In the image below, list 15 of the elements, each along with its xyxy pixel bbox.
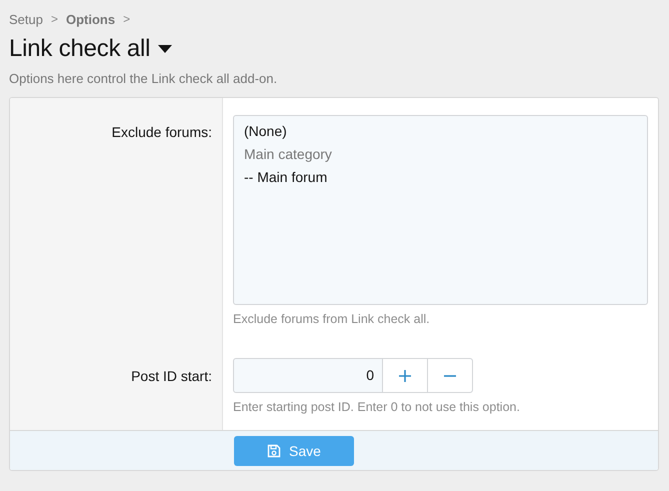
field-hint: Exclude forums from Link check all. — [233, 312, 431, 326]
field-label: Post ID start: — [131, 368, 212, 384]
breadcrumb-separator: > — [123, 12, 130, 26]
forum-list-field[interactable]: (None) Main category -- Main forum — [233, 115, 648, 305]
option-group-label: Main category — [244, 145, 333, 164]
page-description: Options here control the Link check all add-on. — [9, 71, 278, 88]
field-label: Exclude forums: — [112, 124, 212, 140]
page-title: Link check all — [9, 35, 150, 63]
field-hint: Enter starting post ID. Enter 0 to not use this option. — [233, 400, 521, 414]
breadcrumb-link[interactable]: Options — [66, 12, 116, 26]
breadcrumb-separator: > — [50, 12, 58, 26]
caret-icon[interactable] — [158, 45, 172, 53]
breadcrumb-link[interactable]: Setup — [9, 12, 43, 26]
list-option[interactable]: -- Main forum — [244, 166, 637, 189]
list-option[interactable]: (None) — [244, 120, 637, 143]
